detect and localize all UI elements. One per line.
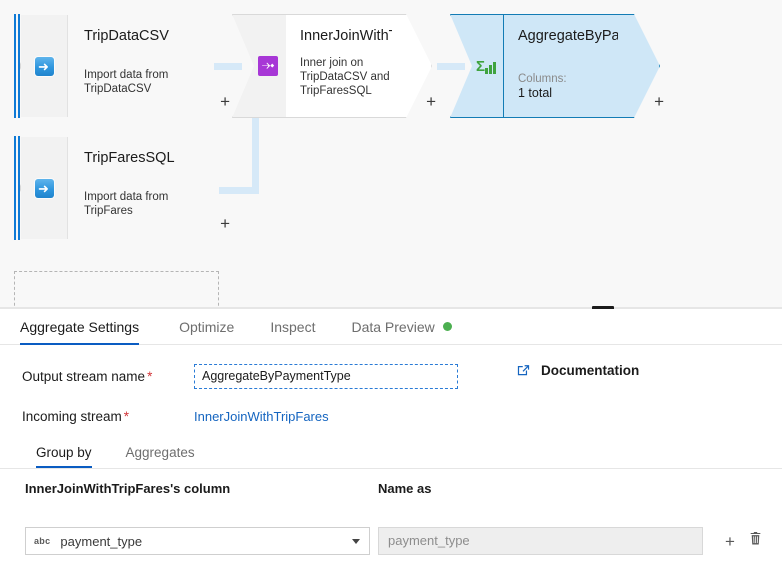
node-columns-label: Columns: bbox=[518, 73, 567, 85]
node-subtitle-text: Import data from TripFares bbox=[84, 191, 169, 217]
node-icon-slot bbox=[21, 136, 68, 240]
node-body: TripDataCSV bbox=[68, 14, 204, 118]
dataflow-canvas[interactable]: TripDataCSV Import data from TripDataCSV… bbox=[0, 0, 782, 308]
tab-label: Aggregate Settings bbox=[20, 318, 140, 335]
tab-aggregate-settings[interactable]: Aggregate Settings bbox=[20, 309, 161, 345]
incoming-stream-row: Incoming stream * InnerJoinWithTripFares bbox=[22, 401, 782, 431]
node-tripfaressql[interactable]: TripFaresSQL Import data from TripFares … bbox=[14, 136, 230, 240]
node-subtitle-text: Import data from TripDataCSV bbox=[84, 69, 169, 95]
incoming-stream-link[interactable]: InnerJoinWithTripFares bbox=[194, 409, 329, 424]
name-as-input[interactable]: payment_type bbox=[378, 527, 703, 555]
plus-icon: + bbox=[725, 531, 735, 551]
node-subtitle: Inner join on TripDataCSV and TripFaresS… bbox=[300, 56, 406, 98]
source-icon bbox=[35, 56, 54, 76]
tab-label: Inspect bbox=[270, 318, 316, 335]
subtab-aggregates[interactable]: Aggregates bbox=[126, 437, 195, 468]
data-flow-designer: TripDataCSV Import data from TripDataCSV… bbox=[0, 0, 782, 567]
group-by-row: abc payment_type payment_type + bbox=[0, 527, 782, 555]
node-subtitle: Import data from TripFares bbox=[84, 190, 206, 218]
trash-icon bbox=[749, 531, 762, 551]
delete-row-button[interactable] bbox=[743, 527, 767, 555]
incoming-stream-label-text: Incoming stream bbox=[22, 408, 122, 424]
node-tripdatacsv[interactable]: TripDataCSV Import data from TripDataCSV… bbox=[14, 14, 230, 118]
node-add-button[interactable]: + bbox=[220, 215, 230, 232]
required-marker: * bbox=[147, 368, 153, 384]
tab-inspect[interactable]: Inspect bbox=[252, 309, 333, 345]
node-add-button[interactable]: + bbox=[426, 93, 436, 110]
node-title: InnerJoinWithTripFares bbox=[300, 28, 392, 44]
node-body: TripFaresSQL bbox=[68, 136, 204, 240]
output-stream-row: Output stream name* Documentation bbox=[22, 361, 782, 391]
aggregate-icon: Σ bbox=[476, 59, 496, 74]
incoming-stream-label: Incoming stream * bbox=[22, 409, 194, 424]
panel-tabbar: Aggregate Settings Optimize Inspect Data… bbox=[0, 309, 782, 345]
node-add-button[interactable]: + bbox=[654, 93, 664, 110]
node-title: AggregateByPaymentTy... bbox=[518, 28, 618, 44]
column-select-value: payment_type bbox=[60, 533, 143, 549]
node-subtitle-text: Inner join on TripDataCSV and TripFaresS… bbox=[300, 57, 390, 97]
node-title: TripDataCSV bbox=[84, 28, 169, 44]
node-icon-slot bbox=[246, 14, 290, 118]
external-link-icon bbox=[516, 363, 531, 378]
chevron-down-icon bbox=[352, 539, 360, 544]
grid-header-column: InnerJoinWithTripFares's column bbox=[25, 481, 231, 496]
source-icon bbox=[35, 178, 54, 198]
connector-tripfaressql-seg-v bbox=[252, 118, 259, 194]
add-row-button[interactable]: + bbox=[718, 527, 742, 555]
tab-data-preview[interactable]: Data Preview bbox=[333, 309, 469, 345]
output-stream-name-input[interactable] bbox=[194, 363, 458, 389]
empty-node-placeholder[interactable] bbox=[14, 271, 219, 308]
required-marker: * bbox=[123, 408, 130, 424]
subtab-label: Group by bbox=[36, 445, 92, 460]
join-icon bbox=[258, 56, 278, 76]
groupby-aggregates-subtabs: Group by Aggregates bbox=[0, 437, 782, 469]
string-type-icon: abc bbox=[34, 536, 51, 546]
tab-optimize[interactable]: Optimize bbox=[161, 309, 252, 345]
tab-label: Optimize bbox=[179, 318, 235, 335]
node-icon-slot: Σ bbox=[464, 14, 508, 118]
documentation-link[interactable]: Documentation bbox=[516, 363, 639, 378]
node-add-button[interactable]: + bbox=[220, 93, 230, 110]
node-title: TripFaresSQL bbox=[84, 150, 175, 166]
node-aggregatebypaymenttype[interactable]: Σ AggregateByPaymentTy... Columns: 1 tot… bbox=[450, 14, 664, 118]
subtab-label: Aggregates bbox=[125, 445, 195, 460]
data-preview-status-dot bbox=[442, 322, 452, 331]
output-stream-label-text: Output stream name bbox=[22, 368, 146, 384]
grid-header-name-as: Name as bbox=[378, 481, 432, 496]
output-stream-label: Output stream name * bbox=[22, 369, 194, 384]
node-innerjoinwithtripfares[interactable]: InnerJoinWithTripFares Inner join on Tri… bbox=[232, 14, 436, 118]
node-icon-slot bbox=[21, 14, 68, 118]
tab-label: Data Preview bbox=[351, 318, 435, 335]
node-body: AggregateByPaymentTy... bbox=[504, 14, 634, 118]
subtab-group-by[interactable]: Group by bbox=[36, 437, 92, 468]
aggregate-settings-form: Output stream name* Documentation Incomi… bbox=[0, 345, 782, 431]
node-subtitle: Import data from TripDataCSV bbox=[84, 68, 206, 96]
documentation-label: Documentation bbox=[541, 363, 640, 378]
node-columns-info: Columns: 1 total bbox=[518, 72, 630, 100]
column-select[interactable]: abc payment_type bbox=[25, 527, 370, 555]
node-columns-value: 1 total bbox=[518, 86, 553, 100]
